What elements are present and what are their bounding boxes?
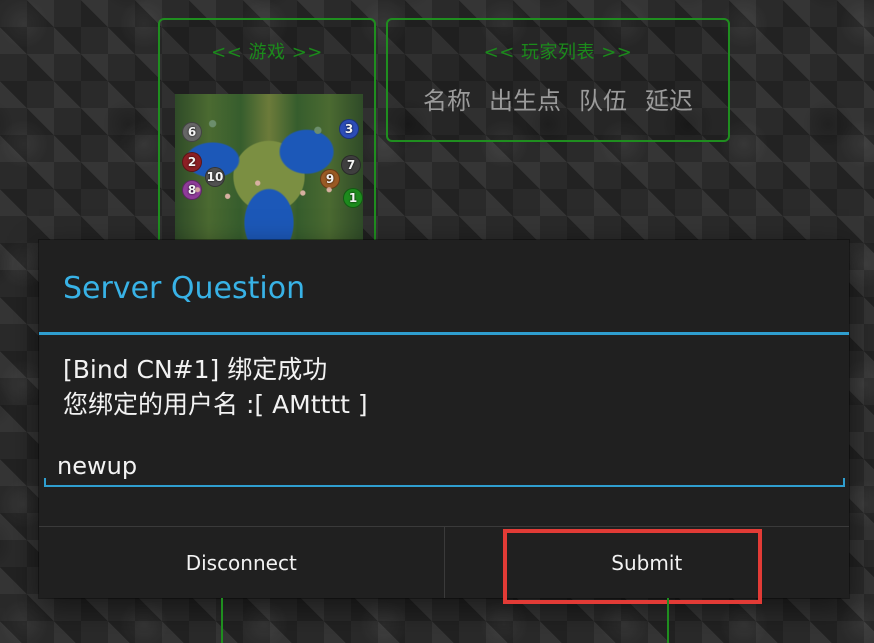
spawn-7: 7 bbox=[341, 155, 361, 175]
title-divider bbox=[39, 332, 849, 335]
spawn-6: 6 bbox=[182, 122, 202, 142]
submit-button[interactable]: Submit bbox=[443, 527, 850, 598]
dialog-message: [Bind CN#1] 绑定成功 您绑定的用户名 :[ AMtttt ] bbox=[63, 352, 368, 422]
dialog-button-bar: Disconnect Submit bbox=[39, 526, 849, 598]
disconnect-button[interactable]: Disconnect bbox=[39, 527, 444, 598]
players-column-team: 队伍 bbox=[579, 87, 627, 115]
bottom-left-green-line bbox=[221, 598, 223, 643]
response-input[interactable] bbox=[44, 448, 845, 484]
spawn-1: 1 bbox=[343, 188, 363, 208]
input-left-tick bbox=[44, 478, 46, 486]
message-line-2: 您绑定的用户名 :[ AMtttt ] bbox=[63, 390, 368, 419]
players-column-latency: 延迟 bbox=[645, 87, 693, 115]
server-question-dialog: Server Question [Bind CN#1] 绑定成功 您绑定的用户名… bbox=[39, 240, 849, 598]
spawn-3: 3 bbox=[339, 119, 359, 139]
players-column-name: 名称 bbox=[423, 87, 471, 115]
bottom-right-green-line bbox=[667, 598, 669, 643]
players-column-spawn: 出生点 bbox=[489, 87, 561, 115]
message-line-1: [Bind CN#1] 绑定成功 bbox=[63, 355, 328, 384]
game-panel: << 游戏 >> 6 2 8 10 3 7 9 1 4 5 bbox=[158, 18, 376, 259]
spawn-8: 8 bbox=[182, 180, 202, 200]
game-minimap: 6 2 8 10 3 7 9 1 4 5 bbox=[175, 94, 363, 259]
input-underline bbox=[44, 485, 845, 487]
input-right-tick bbox=[843, 478, 845, 486]
dialog-title: Server Question bbox=[63, 271, 306, 306]
game-panel-header: << 游戏 >> bbox=[211, 42, 323, 63]
players-columns: 名称 出生点 队伍 延迟 bbox=[388, 81, 728, 116]
spawn-9: 9 bbox=[320, 169, 340, 189]
spawn-10: 10 bbox=[205, 167, 225, 187]
players-panel: << 玩家列表 >> 名称 出生点 队伍 延迟 bbox=[386, 18, 730, 142]
spawn-2: 2 bbox=[182, 152, 202, 172]
response-field bbox=[44, 448, 845, 488]
players-panel-header: << 玩家列表 >> bbox=[483, 42, 633, 63]
